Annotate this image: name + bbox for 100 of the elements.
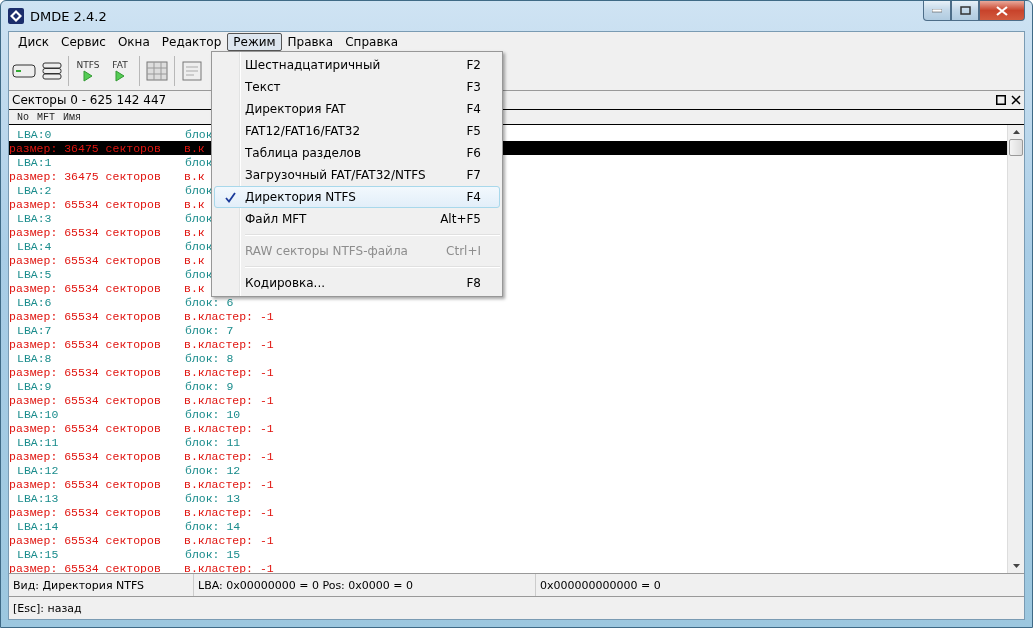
status-text: Вид: Директория NTFS [9,574,194,596]
lba-text: LBA:6 [16,295,53,309]
cluster-text: в.кластер: -1 [184,505,274,519]
cluster-text: в.к [184,141,205,155]
maximize-icon [959,6,971,15]
lba-text: LBA:9 [16,379,53,393]
cluster-text: в.к [184,253,205,267]
app-icon [8,8,24,24]
menu-item[interactable]: Редактор [155,33,228,51]
cluster-text: в.кластер: -1 [184,365,274,379]
menu-option[interactable]: Директория NTFS F4 [214,186,500,208]
size-text: размер: 65534 секторов [9,281,162,295]
close-button[interactable] [979,1,1025,21]
maximize-icon[interactable] [996,95,1006,105]
size-text: размер: 65534 секторов [9,533,162,547]
block-text: блок: 11 [185,435,241,449]
block-text: блок: 7 [185,323,234,337]
minimize-icon [932,8,942,13]
lba-text: LBA:14 [16,519,60,533]
block-text: блок: 12 [185,463,241,477]
drive-icon [12,64,36,78]
grid-icon [146,61,168,81]
lba-text: LBA:5 [16,267,53,281]
cluster-text: в.кластер: -1 [184,449,274,463]
cluster-text: в.кластер: -1 [184,393,274,407]
menu-option[interactable]: Текст F3 [214,76,500,98]
menu-option[interactable]: Директория FAT F4 [214,98,500,120]
lba-text: LBA:11 [16,435,60,449]
size-text: размер: 65534 секторов [9,421,162,435]
lba-text: LBA:0 [16,127,53,141]
lba-text: LBA:1 [16,155,53,169]
scrollbar-thumb[interactable] [1009,139,1023,156]
close-icon[interactable] [1011,95,1021,105]
block-text: блок [185,267,213,281]
scrollbar[interactable] [1007,125,1024,573]
block-text: блок [185,239,213,253]
column-header: No [17,111,29,123]
size-text: размер: 36475 секторов [9,169,162,183]
cluster-text: в.кластер: -1 [184,561,274,573]
menu-option[interactable]: Загрузочный FAT/FAT32/NTFS F7 [214,164,500,186]
window-title: DMDE 2.4.2 [30,8,107,24]
play-icon [115,70,125,82]
menu-item[interactable]: Правка [281,33,340,51]
cluster-text: в.к [184,281,205,295]
lba-text: LBA:10 [16,407,60,421]
hint-text: [Esc]: назад [12,600,83,617]
minimize-button[interactable] [923,1,951,21]
block-text: блок: 10 [185,407,241,421]
block-text: блок [185,127,213,141]
lba-text: LBA:12 [16,463,60,477]
size-text: размер: 65534 секторов [9,449,162,463]
menu-option[interactable]: Кодировка... F8 [214,272,500,294]
size-text: размер: 65534 секторов [9,309,162,323]
column-header: MFT [37,111,56,123]
cluster-text: в.к [184,169,205,183]
block-text: блок [185,211,213,225]
cluster-text: в.кластер: -1 [184,337,274,351]
menu-option[interactable]: Шестнадцатиричный F2 [214,54,500,76]
block-text: блок: 14 [185,519,241,533]
status-text: 0x000000000000 = 0 [539,577,662,594]
block-text: блок: 6 [185,295,234,309]
block-text: блок: 9 [185,379,234,393]
document-icon [181,61,203,81]
menu-option[interactable]: Файл MFT Alt+F5 [214,208,500,230]
block-text: блок: 13 [185,491,241,505]
panel-title: Секторы 0 - 625 142 447 [12,93,167,107]
size-text: размер: 65534 секторов [9,225,162,239]
block-text: блок: 8 [185,351,234,365]
lba-text: LBA:8 [16,351,53,365]
menu-item[interactable]: Сервис [55,33,112,51]
close-icon [996,5,1008,16]
size-text: размер: 65534 секторов [9,197,162,211]
menu-item[interactable]: Справка [339,33,405,51]
menu-item[interactable]: Окна [111,33,156,51]
menu-item[interactable]: Диск [12,33,56,51]
lba-text: LBA:15 [16,547,60,561]
toolbar-button[interactable]: FAT [107,60,133,82]
cluster-text: в.к [184,225,205,239]
cluster-text: в.кластер: -1 [184,477,274,491]
lba-text: LBA:3 [16,211,53,225]
cluster-text: в.кластер: -1 [184,309,274,323]
column-header: Имя [63,111,82,123]
block-text: блок [185,155,213,169]
lba-text: LBA:2 [16,183,53,197]
lba-text: LBA:7 [16,323,53,337]
menu-item[interactable]: Режим [227,33,282,51]
size-text: размер: 65534 секторов [9,253,162,267]
block-text: блок: 15 [185,547,241,561]
toolbar-button[interactable]: NTFS [75,60,101,82]
maximize-button[interactable] [951,1,979,21]
menu-option[interactable]: FAT12/FAT16/FAT32 F5 [214,120,500,142]
size-text: размер: 65534 секторов [9,337,162,351]
play-icon [83,70,93,82]
size-text: размер: 65534 секторов [9,477,162,491]
block-text: блок [185,183,213,197]
size-text: размер: 65534 секторов [9,365,162,379]
size-text: размер: 65534 секторов [9,561,162,573]
status-text: LBA: 0x00000000 = 0 Pos: 0x0000 = 0 [194,574,536,596]
stack-icon [42,62,62,80]
size-text: размер: 65534 секторов [9,393,162,407]
